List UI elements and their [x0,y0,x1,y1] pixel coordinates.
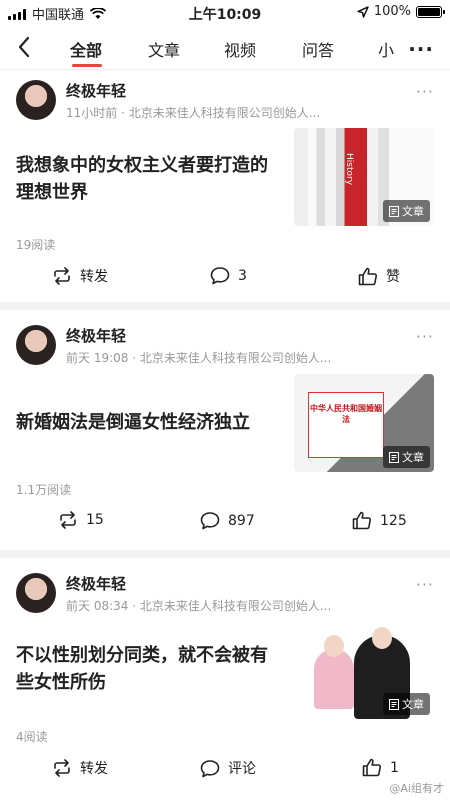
thumbnail-text: History [344,153,354,186]
tab-bar: 全部 文章 视频 问答 小 [60,24,400,70]
read-count: 1.1万阅读 [16,483,72,497]
post-card[interactable]: 终极年轻 11小时前 · 北京未来佳人科技有限公司创始人... ··· 我想象中… [0,70,450,302]
like-button[interactable]: 1 [362,758,399,777]
post-meta: 前天 19:08 · 北京未来佳人科技有限公司创始人... [66,351,332,365]
battery-icon [416,5,445,18]
repost-icon [54,759,70,777]
law-book-cover: 中华人民共和国婚姻法 [308,392,384,458]
comment-label: 评论 [228,761,256,777]
tab-small[interactable]: 小 [378,37,394,61]
post-more-button[interactable]: ··· [416,575,434,594]
tab-articles[interactable]: 文章 [148,37,180,61]
article-badge: 文章 [383,200,430,222]
post-more-button[interactable]: ··· [416,82,434,101]
thumbnail-text: 中华人民共和国婚姻法 [310,404,382,424]
thumbs-up-icon [352,511,372,530]
repost-icon [54,267,70,285]
author-name[interactable]: 终极年轻 [66,80,126,101]
author-name[interactable]: 终极年轻 [66,325,126,346]
like-button[interactable]: 赞 [358,266,400,286]
post-more-button[interactable]: ··· [416,327,434,346]
repost-label: 转发 [80,761,108,777]
post-thumbnail[interactable]: 文章 [294,621,434,719]
like-count: 1 [390,759,399,776]
repost-count: 15 [86,512,104,528]
read-count: 4阅读 [16,730,48,744]
document-icon [389,451,399,463]
repost-button[interactable]: 转发 [52,758,108,778]
post-actions: 转发 3 赞 [0,266,450,296]
comment-icon [200,759,220,777]
active-tab-indicator [72,64,102,67]
repost-icon [60,511,76,529]
article-badge: 文章 [383,693,430,715]
article-badge-label: 文章 [402,451,424,464]
watermark: @Ai组有才 [389,782,444,795]
avatar[interactable] [16,80,56,120]
post-card[interactable]: 终极年轻 前天 08:34 · 北京未来佳人科技有限公司创始人... ··· 不… [0,558,450,800]
post-title[interactable]: 我想象中的女权主义者要打造的理想世界 [16,152,281,206]
article-badge-label: 文章 [402,205,424,218]
read-count: 19阅读 [16,238,56,252]
status-right: 100% [357,4,445,19]
tab-all[interactable]: 全部 [70,37,102,61]
battery-percent: 100% [373,4,411,19]
comment-count: 3 [238,267,247,284]
document-icon [389,205,399,217]
thumbnail-face [324,635,344,657]
article-badge: 文章 [383,446,430,468]
chevron-left-icon [18,36,30,58]
comment-button[interactable]: 3 [210,266,247,285]
more-options-button[interactable]: ··· [408,37,434,61]
location-arrow-icon [357,5,369,18]
thumbnail-face [372,627,392,649]
post-title[interactable]: 新婚姻法是倒逼女性经济独立 [16,409,281,436]
back-button[interactable] [12,33,38,61]
tab-videos[interactable]: 视频 [224,37,256,61]
post-meta: 前天 08:34 · 北京未来佳人科技有限公司创始人... [66,599,332,613]
top-nav: 全部 文章 视频 问答 小 ··· [0,24,450,70]
post-card[interactable]: 终极年轻 前天 19:08 · 北京未来佳人科技有限公司创始人... ··· 新… [0,310,450,550]
tab-qa[interactable]: 问答 [302,37,334,61]
thumbs-up-icon [362,758,382,777]
avatar[interactable] [16,573,56,613]
document-icon [389,698,399,710]
post-meta: 11小时前 · 北京未来佳人科技有限公司创始人... [66,106,321,120]
comment-icon [210,267,230,285]
comment-count: 897 [228,512,255,529]
like-count: 125 [380,512,407,529]
post-actions: 15 897 125 [0,511,450,541]
thumbs-up-icon [358,267,378,285]
post-title[interactable]: 不以性别划分同类，就不会被有些女性所伤 [16,642,281,696]
like-label: 赞 [386,269,400,285]
post-thumbnail[interactable]: 中华人民共和国婚姻法 文章 [294,374,434,472]
repost-button[interactable]: 转发 [52,266,108,286]
like-button[interactable]: 125 [352,511,407,530]
author-name[interactable]: 终极年轻 [66,573,126,594]
article-badge-label: 文章 [402,698,424,711]
repost-button[interactable]: 15 [58,511,104,529]
post-actions: 转发 评论 1 [0,758,450,788]
card-divider [0,550,450,558]
comment-button[interactable]: 897 [200,511,255,530]
comment-icon [200,512,220,530]
ellipsis-icon: ··· [408,37,434,61]
thumbnail-person [314,649,354,709]
status-bar: 中国联通 上午10:09 100% [0,0,450,24]
repost-label: 转发 [80,269,108,285]
card-divider [0,302,450,310]
avatar[interactable] [16,325,56,365]
comment-button[interactable]: 评论 [200,758,256,778]
post-thumbnail[interactable]: History 文章 [294,128,434,226]
